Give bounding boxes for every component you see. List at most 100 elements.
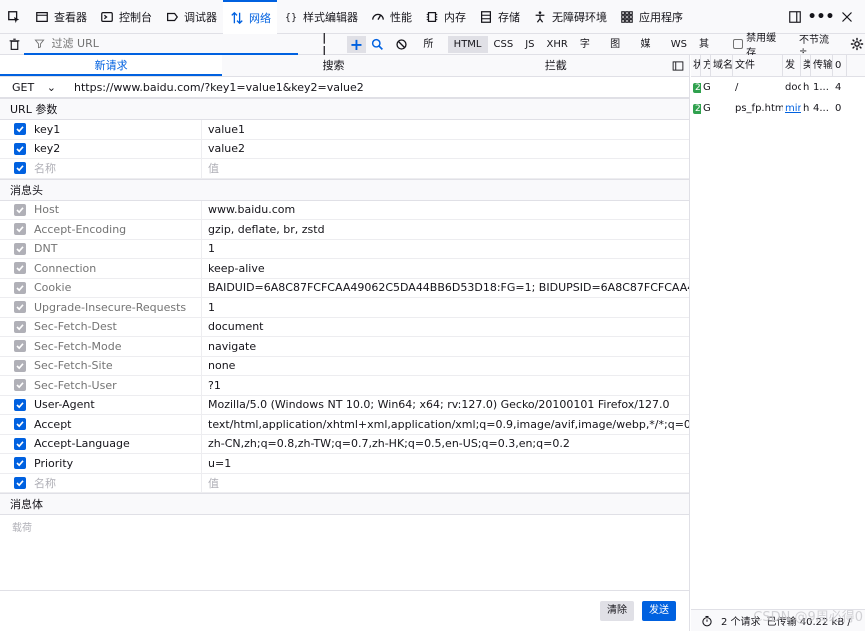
filter-type-9[interactable]: 其他 (693, 36, 723, 67)
checkbox[interactable] (14, 359, 26, 372)
checkbox[interactable] (14, 242, 26, 255)
tab-inspector[interactable]: 查看器 (28, 0, 93, 34)
checkbox[interactable] (14, 379, 26, 392)
entry-name[interactable]: Accept-Language (26, 437, 201, 450)
entry-value[interactable]: keep-alive (201, 259, 689, 278)
clear-button[interactable]: 清除 (600, 601, 634, 621)
filter-type-0[interactable]: 所有 (417, 36, 447, 67)
block-icon[interactable] (394, 36, 410, 52)
checkbox[interactable] (14, 340, 26, 353)
entry-value[interactable]: 值 (201, 473, 689, 492)
method-select[interactable]: GET ⌄ (0, 81, 64, 94)
url-filter-input[interactable]: 过滤 URL (23, 34, 299, 55)
entry-name[interactable]: Host (26, 203, 201, 216)
entry-value[interactable]: BAIDUID=6A8C87FCFCAA49062C5DA44BB6D53D18… (201, 278, 689, 297)
filter-type-8[interactable]: WS (665, 36, 693, 53)
entry-value[interactable]: ?1 (201, 376, 689, 395)
tab-search[interactable]: 搜索 (222, 55, 444, 76)
filter-type-1[interactable]: HTML (447, 35, 488, 53)
element-picker-button[interactable] (0, 0, 28, 34)
checkbox[interactable] (14, 457, 26, 470)
checkbox[interactable] (14, 162, 26, 175)
checkbox[interactable] (14, 262, 26, 275)
entry-name[interactable]: Priority (26, 457, 201, 470)
filter-type-3[interactable]: JS (519, 36, 540, 53)
entry-value[interactable]: zh-CN,zh;q=0.8,zh-TW;q=0.7,zh-HK;q=0.5,e… (201, 434, 689, 453)
throttle-select[interactable]: 不节流 ÷ (799, 31, 839, 57)
entry-name[interactable]: User-Agent (26, 398, 201, 411)
entry-name[interactable]: DNT (26, 242, 201, 255)
filter-type-2[interactable]: CSS (488, 36, 520, 53)
column-header[interactable]: 传输 (811, 55, 833, 76)
tab-performance[interactable]: 性能 (364, 0, 418, 34)
new-request-icon[interactable]: + (346, 35, 367, 54)
trash-icon[interactable] (6, 36, 24, 52)
entry-name[interactable]: Sec-Fetch-Mode (26, 340, 201, 353)
checkbox[interactable] (14, 301, 26, 314)
checkbox[interactable] (14, 123, 26, 136)
tab-new-request[interactable]: 新请求 (0, 55, 223, 76)
entry-value[interactable]: value2 (201, 139, 689, 158)
checkbox[interactable] (14, 398, 26, 411)
entry-name[interactable]: key2 (26, 142, 201, 155)
entry-name[interactable]: Upgrade-Insecure-Requests (26, 301, 201, 314)
column-header[interactable]: 域名 (711, 55, 733, 76)
checkbox[interactable] (14, 437, 26, 450)
settings-gear-icon[interactable] (849, 36, 865, 52)
checkbox[interactable] (14, 203, 26, 216)
column-header[interactable]: 类 (801, 55, 811, 76)
tab-memory[interactable]: 内存 (418, 0, 472, 34)
checkbox[interactable] (14, 281, 26, 294)
tab-network[interactable]: 网络 (223, 0, 277, 34)
more-icon[interactable]: ••• (808, 9, 835, 25)
body-textarea[interactable]: 载荷 (0, 515, 689, 583)
tab-debugger[interactable]: 调试器 (158, 0, 223, 34)
request-row[interactable]: 2 G / doc h 1... 4 (691, 77, 865, 98)
entry-value[interactable]: 值 (201, 159, 689, 178)
tab-console[interactable]: 控制台 (93, 0, 158, 34)
checkbox[interactable] (14, 142, 26, 155)
entry-name[interactable]: Cookie (26, 281, 201, 294)
tab-intercept[interactable]: 拦截 (445, 55, 667, 76)
entry-value[interactable]: text/html,application/xhtml+xml,applicat… (201, 415, 689, 434)
filter-type-6[interactable]: 图像 (604, 36, 634, 67)
entry-value[interactable]: value1 (201, 120, 689, 139)
entry-value[interactable]: navigate (201, 337, 689, 356)
tab-storage[interactable]: 存储 (472, 0, 526, 34)
entry-name[interactable]: Sec-Fetch-User (26, 379, 201, 392)
tab-accessibility[interactable]: 无障碍环境 (526, 0, 613, 34)
entry-value[interactable]: u=1 (201, 454, 689, 473)
entry-value[interactable]: 1 (201, 239, 689, 258)
checkbox[interactable] (14, 223, 26, 236)
tab-style-editor[interactable]: {} 样式编辑器 (277, 0, 364, 34)
entry-name[interactable]: Sec-Fetch-Dest (26, 320, 201, 333)
checkbox[interactable] (14, 476, 26, 489)
collapse-panel-icon[interactable] (667, 55, 689, 76)
close-icon[interactable] (839, 9, 855, 25)
entry-value[interactable]: Mozilla/5.0 (Windows NT 10.0; Win64; x64… (201, 395, 689, 414)
filter-type-4[interactable]: XHR (540, 36, 573, 53)
url-input[interactable]: https://www.baidu.com/?key1=value1&key2=… (64, 81, 364, 94)
entry-value[interactable]: gzip, deflate, br, zstd (201, 220, 689, 239)
filter-type-7[interactable]: 媒体 (634, 36, 664, 67)
checkbox[interactable] (14, 418, 26, 431)
request-row[interactable]: 2Gps_fp.htm?minh4... 0 (691, 98, 865, 119)
entry-name[interactable]: Accept-Encoding (26, 223, 201, 236)
entry-name[interactable]: key1 (26, 123, 201, 136)
entry-value[interactable]: none (201, 356, 689, 375)
entry-value[interactable]: www.baidu.com (201, 200, 689, 219)
filter-type-5[interactable]: 字体 (574, 36, 604, 67)
entry-name[interactable]: 名称 (26, 475, 201, 491)
column-header[interactable]: 文件 (733, 55, 783, 76)
pause-icon[interactable]: | | (322, 31, 336, 57)
column-header[interactable]: 发 (783, 55, 801, 76)
search-icon[interactable] (370, 36, 386, 52)
entry-name[interactable]: Accept (26, 418, 201, 431)
column-header[interactable]: 状 (691, 55, 701, 76)
checkbox[interactable] (14, 320, 26, 333)
entry-name[interactable]: Sec-Fetch-Site (26, 359, 201, 372)
tab-application[interactable]: 应用程序 (613, 0, 689, 34)
entry-value[interactable]: document (201, 317, 689, 336)
column-header[interactable]: 0 (833, 55, 847, 76)
entry-name[interactable]: Connection (26, 262, 201, 275)
